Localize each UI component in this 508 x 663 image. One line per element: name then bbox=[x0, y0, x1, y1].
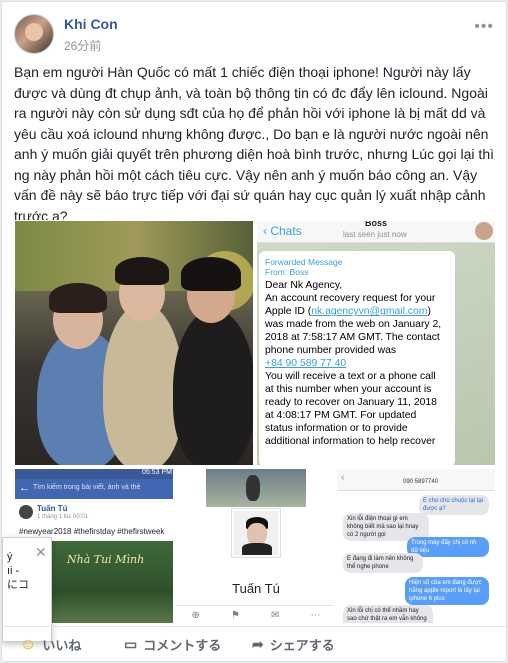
phone-link[interactable]: +84 90 589 77 40 bbox=[265, 357, 449, 370]
message-line: additional information to help recover bbox=[265, 436, 436, 447]
author-avatar[interactable] bbox=[14, 14, 54, 54]
message-line: was made from the web on January 2, bbox=[265, 319, 442, 330]
person-middle-hair bbox=[115, 257, 169, 285]
message-text: Apple ID ( bbox=[265, 306, 312, 317]
photo-profile-screenshot[interactable]: Tuấn Tú ⊕ ⚑ ✉ ⋯ bbox=[175, 468, 335, 624]
status-time: 05:53 PM bbox=[142, 469, 172, 476]
status-bar: 05:53 PM bbox=[15, 469, 173, 479]
add-friend-icon[interactable]: ⊕ bbox=[192, 610, 200, 621]
person-left-hair bbox=[49, 283, 107, 313]
message-line: ready to recover on January 11, 2018 bbox=[265, 397, 437, 408]
sms-message-incoming: E đang đi làm nên không thể nghe phone bbox=[343, 553, 423, 573]
sms-message-outgoing: E cho chú chuộc lại tại được ạ? bbox=[419, 495, 489, 515]
message-line: Dear Nk Agency, bbox=[265, 280, 343, 291]
reaction-icon: ☺ bbox=[20, 635, 37, 653]
share-button[interactable]: ➦ シェアする bbox=[252, 635, 335, 654]
message-line: 2018 at 7:58:17 AM GMT. The contact bbox=[265, 332, 440, 343]
profile-picture[interactable] bbox=[232, 509, 280, 557]
message-line: You will receive a text or a phone call bbox=[265, 371, 436, 382]
chat-back-button[interactable]: ‹ Chats bbox=[263, 224, 302, 238]
message-line: Apple ID (nk.agencyvn@gmail.com) bbox=[265, 305, 449, 318]
message-line: status information or to provide bbox=[265, 423, 408, 434]
popup-line: にコ bbox=[7, 579, 29, 591]
fb-search-input[interactable]: Tìm kiếm trong bài viết, ảnh và thẻ bbox=[33, 484, 140, 491]
poster-name[interactable]: Tuấn Tú bbox=[37, 504, 68, 513]
message-line: at this number when your account is bbox=[265, 384, 432, 395]
share-icon: ➦ bbox=[252, 636, 264, 652]
message-icon[interactable]: ✉ bbox=[271, 610, 279, 621]
message-line: at 4:08:17 PM GMT. For updated bbox=[265, 410, 417, 421]
photo-group[interactable] bbox=[14, 220, 254, 466]
photo-sms-screenshot[interactable]: ‹ 090 5897740 E cho chú chuộc lại tại đư… bbox=[336, 468, 496, 624]
email-link[interactable]: nk.agencyvn@gmail.com bbox=[311, 306, 427, 317]
profile-name: Tuấn Tú bbox=[232, 581, 280, 596]
shop-sign: Nhà Tui Mình bbox=[67, 553, 145, 566]
message-line: An account recovery request for your bbox=[265, 293, 436, 304]
comment-button[interactable]: ▭ コメントする bbox=[124, 635, 221, 654]
more-icon[interactable]: ⋯ bbox=[310, 610, 320, 621]
popup-text: ý ıi - にコ bbox=[7, 550, 29, 592]
post-card: Khi Con 26分前 ••• Bạn em người Hàn Quốc c… bbox=[1, 1, 507, 662]
forwarded-from: From: Boss bbox=[265, 267, 309, 277]
profile-action-bar: ⊕ ⚑ ✉ ⋯ bbox=[176, 605, 334, 623]
message-text: ) bbox=[427, 306, 431, 317]
sms-message-incoming: Xin lỗi chị có thể nhầm hay sao chứ thật… bbox=[343, 605, 433, 623]
person-right-body bbox=[173, 309, 253, 465]
person-right-hair bbox=[181, 257, 241, 291]
post-header: Khi Con 26分前 ••• bbox=[14, 12, 494, 56]
follow-icon[interactable]: ⚑ bbox=[231, 610, 240, 621]
chat-topbar: ‹ Chats Boss last seen just now bbox=[257, 220, 495, 243]
cover-person bbox=[246, 475, 260, 501]
post-body: Bạn em người Hàn Quốc có mất 1 chiếc điệ… bbox=[14, 64, 494, 224]
share-label: シェアする bbox=[269, 638, 335, 653]
post-actions: ☺ いいね ▭ コメントする ➦ シェアする bbox=[2, 626, 506, 661]
sms-number: 090 5897740 bbox=[403, 479, 439, 485]
more-options-icon[interactable]: ••• bbox=[474, 18, 494, 36]
chat-message-bubble: Forwarded Message From: Boss Dear Nk Age… bbox=[259, 251, 455, 465]
poster-time: 1 tháng 1 lúc 00:01 · bbox=[37, 514, 92, 520]
profile-shirt bbox=[242, 543, 272, 555]
author-name[interactable]: Khi Con bbox=[64, 16, 118, 32]
post-hashtags: #newyear2018 #thefirstday #thefirstweek bbox=[19, 527, 165, 536]
popup-line: ıi - bbox=[7, 565, 20, 577]
person-middle-body bbox=[103, 303, 183, 465]
chat-contact-name: Boss bbox=[365, 220, 388, 228]
popup-line: ý bbox=[7, 551, 13, 563]
comment-label: コメントする bbox=[143, 638, 222, 653]
photo-chat-screenshot[interactable]: ‹ Chats Boss last seen just now Forwarde… bbox=[256, 220, 496, 466]
profile-face bbox=[247, 523, 267, 545]
comment-icon: ▭ bbox=[124, 636, 138, 652]
sms-back-icon[interactable]: ‹ bbox=[341, 472, 344, 483]
cover-photo bbox=[206, 469, 306, 507]
poster-avatar[interactable] bbox=[19, 505, 33, 519]
post-time[interactable]: 26分前 bbox=[64, 37, 101, 54]
forwarded-label: Forwarded Message bbox=[265, 257, 343, 267]
sms-header: ‹ 090 5897740 bbox=[337, 469, 495, 491]
like-button[interactable]: ☺ いいね bbox=[20, 635, 81, 654]
photo-grid: ‹ Chats Boss last seen just now Forwarde… bbox=[14, 220, 496, 624]
chat-contact-avatar[interactable] bbox=[475, 222, 493, 240]
chat-back-label: Chats bbox=[270, 224, 302, 238]
message-line: phone number provided was bbox=[265, 345, 397, 356]
sms-message-outgoing: Hiện số của em đang được hãng apple repo… bbox=[405, 577, 489, 605]
back-arrow-icon[interactable]: ← bbox=[19, 482, 30, 494]
fb-search-bar: ← Tìm kiếm trong bài viết, ảnh và thẻ bbox=[15, 479, 173, 499]
like-label: いいね bbox=[42, 638, 82, 653]
close-icon[interactable]: ✕ bbox=[35, 544, 47, 561]
chat-contact-status: last seen just now bbox=[343, 230, 407, 239]
